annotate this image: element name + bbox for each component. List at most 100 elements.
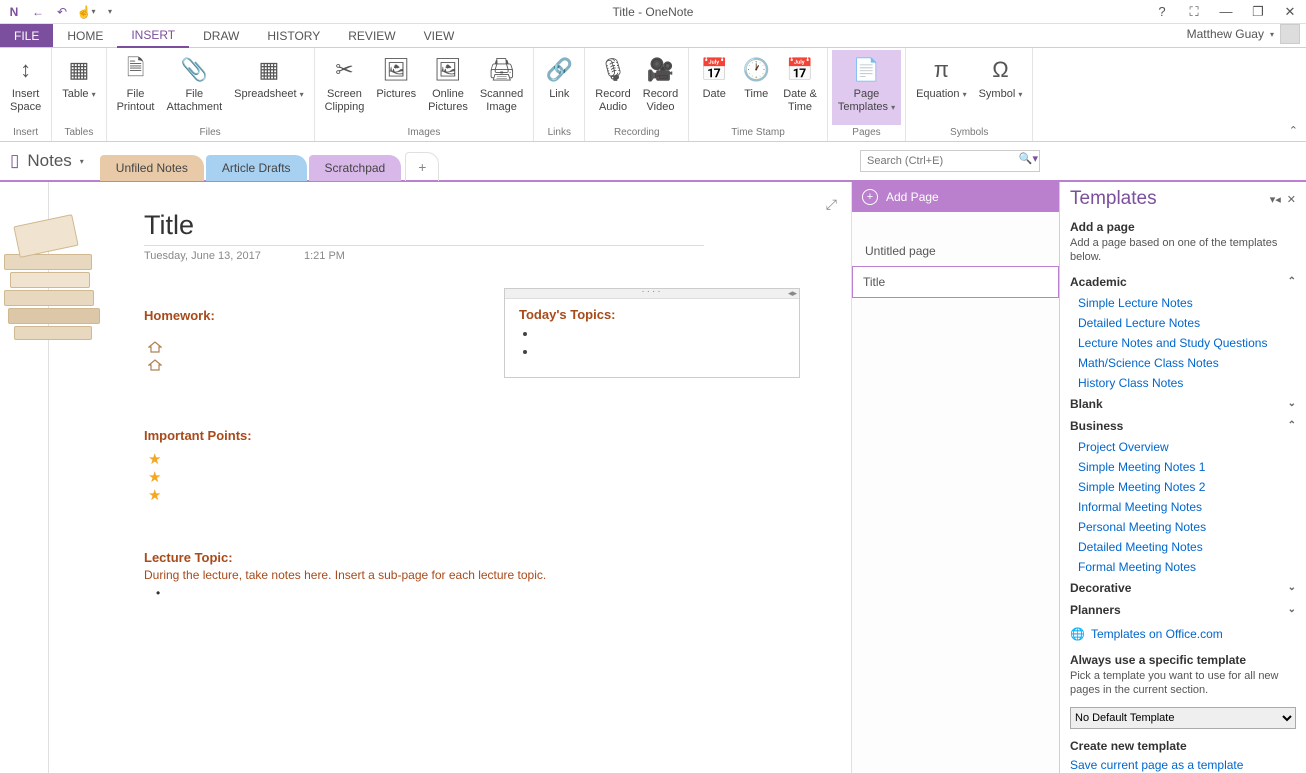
resize-handle-icon[interactable]: ◂▸: [788, 288, 797, 299]
important-heading[interactable]: Important Points:: [144, 428, 252, 443]
ribbon-date-button[interactable]: 📅Date: [693, 50, 735, 125]
ribbon-time-button[interactable]: 🕐Time: [735, 50, 777, 125]
star-tag-2[interactable]: ★: [148, 468, 161, 486]
template-link[interactable]: Simple Lecture Notes: [1060, 293, 1306, 313]
lecture-bullet[interactable]: •: [156, 586, 160, 600]
ribbon-file-attachment-button[interactable]: 📎FileAttachment: [161, 50, 229, 125]
container-drag-handle[interactable]: ◂▸: [505, 289, 799, 299]
add-page-button[interactable]: + Add Page: [852, 182, 1059, 212]
ribbon-icon: π: [934, 54, 949, 86]
template-link[interactable]: History Class Notes: [1060, 373, 1306, 393]
ribbon-insert-space-button[interactable]: ↕InsertSpace: [4, 50, 47, 125]
default-template-select[interactable]: No Default Template: [1070, 707, 1296, 729]
star-tag-3[interactable]: ★: [148, 486, 161, 504]
section-tab-drafts[interactable]: Article Drafts: [206, 155, 307, 181]
ribbon-link-button[interactable]: 🔗Link: [538, 50, 580, 125]
ribbon-table-button[interactable]: ▦Table ▾: [56, 50, 101, 125]
tab-review[interactable]: REVIEW: [334, 24, 409, 47]
user-account[interactable]: Matthew Guay ▾: [1187, 24, 1300, 44]
ribbon-tabs: FILE HOME INSERT DRAW HISTORY REVIEW VIE…: [0, 24, 1306, 48]
search-input[interactable]: [860, 150, 1040, 172]
section-tab-unfiled[interactable]: Unfiled Notes: [100, 155, 204, 181]
restore-button[interactable]: ❐: [1246, 2, 1270, 22]
page-date[interactable]: Tuesday, June 13, 2017: [144, 250, 261, 262]
template-link[interactable]: Detailed Meeting Notes: [1060, 537, 1306, 557]
expand-icon[interactable]: ⤢: [826, 196, 837, 213]
ribbon: ↕InsertSpaceInsert▦Table ▾Tables🗎FilePri…: [0, 48, 1306, 142]
window-title: Title - OneNote: [613, 5, 694, 19]
template-link[interactable]: Lecture Notes and Study Questions: [1060, 333, 1306, 353]
homework-heading[interactable]: Homework:: [144, 308, 215, 323]
help-button[interactable]: ?: [1150, 2, 1174, 22]
template-link[interactable]: Project Overview: [1060, 437, 1306, 457]
topics-list[interactable]: [505, 326, 799, 358]
template-link[interactable]: Simple Meeting Notes 1: [1060, 457, 1306, 477]
lecture-heading[interactable]: Lecture Topic:: [144, 550, 233, 565]
ribbon-icon: 🔗: [546, 54, 573, 86]
tab-history[interactable]: HISTORY: [253, 24, 334, 47]
ribbon-page-templates-button[interactable]: 📄PageTemplates ▾: [832, 50, 901, 125]
tab-home[interactable]: HOME: [53, 24, 117, 47]
panel-move-button[interactable]: ▾◂: [1270, 193, 1281, 206]
file-tab[interactable]: FILE: [0, 24, 53, 47]
cat-planners[interactable]: Planners⌄: [1060, 599, 1306, 621]
ribbon-file-printout-button[interactable]: 🗎FilePrintout: [111, 50, 161, 125]
topics-bullet-1[interactable]: [537, 326, 785, 340]
cat-business[interactable]: Business⌃: [1060, 415, 1306, 437]
cat-academic[interactable]: Academic⌃: [1060, 271, 1306, 293]
template-link[interactable]: Formal Meeting Notes: [1060, 557, 1306, 577]
template-link[interactable]: Simple Meeting Notes 2: [1060, 477, 1306, 497]
save-template-link[interactable]: Save current page as a template: [1060, 755, 1306, 773]
topics-heading[interactable]: Today's Topics:: [505, 299, 799, 326]
ribbon-icon: 🖼: [382, 54, 410, 86]
back-button[interactable]: ←: [28, 2, 48, 22]
home-tag-1[interactable]: [148, 340, 162, 358]
template-link[interactable]: Personal Meeting Notes: [1060, 517, 1306, 537]
panel-close-button[interactable]: ✕: [1287, 193, 1296, 206]
star-tag-1[interactable]: ★: [148, 450, 161, 468]
cat-decorative[interactable]: Decorative⌄: [1060, 577, 1306, 599]
page-item-untitled[interactable]: Untitled page: [852, 236, 1059, 266]
ribbon-online-pictures-button[interactable]: 🖼OnlinePictures: [422, 50, 474, 125]
collapse-ribbon-button[interactable]: ⌃: [1289, 124, 1298, 137]
home-tag-2[interactable]: [148, 358, 162, 376]
undo-button[interactable]: ↶: [52, 2, 72, 22]
qat-customize[interactable]: ▾: [100, 2, 120, 22]
tab-draw[interactable]: DRAW: [189, 24, 253, 47]
minimize-button[interactable]: —: [1214, 2, 1238, 22]
close-button[interactable]: ✕: [1278, 2, 1302, 22]
touch-mode-button[interactable]: ☝▾: [76, 2, 96, 22]
add-page-desc: Add a page based on one of the templates…: [1060, 236, 1306, 271]
add-page-label: Add Page: [886, 190, 939, 204]
add-section-button[interactable]: +: [405, 152, 439, 181]
tab-view[interactable]: VIEW: [410, 24, 469, 47]
template-link[interactable]: Detailed Lecture Notes: [1060, 313, 1306, 333]
add-page-heading: Add a page: [1060, 214, 1306, 236]
topics-bullet-2[interactable]: [537, 344, 785, 358]
tab-insert[interactable]: INSERT: [117, 24, 189, 48]
template-link[interactable]: Informal Meeting Notes: [1060, 497, 1306, 517]
full-page-view-button[interactable]: ⛶: [1182, 2, 1206, 22]
ribbon-scanned-image-button[interactable]: 🖨ScannedImage: [474, 50, 529, 125]
ribbon-equation-button[interactable]: πEquation ▾: [910, 50, 973, 125]
page-time[interactable]: 1:21 PM: [304, 250, 345, 262]
notebook-selector[interactable]: ▯ Notes ▾: [0, 151, 94, 171]
topics-container[interactable]: ◂▸ Today's Topics:: [504, 288, 800, 378]
ribbon-label: ScannedImage: [480, 88, 523, 113]
template-link[interactable]: Math/Science Class Notes: [1060, 353, 1306, 373]
ribbon-screen-clipping-button[interactable]: ✂ScreenClipping: [319, 50, 371, 125]
search-scope-button[interactable]: 🔍▾: [1019, 152, 1038, 165]
page-title[interactable]: Title: [144, 210, 194, 241]
section-tab-scratchpad[interactable]: Scratchpad: [309, 155, 402, 181]
lecture-body[interactable]: During the lecture, take notes here. Ins…: [144, 568, 546, 582]
page-item-title[interactable]: Title: [852, 266, 1059, 298]
ribbon-pictures-button[interactable]: 🖼Pictures: [370, 50, 422, 125]
note-canvas[interactable]: ⤢ Title Tuesday, June 13, 2017 1:21 PM H…: [0, 182, 851, 773]
ribbon-symbol-button[interactable]: ΩSymbol ▾: [973, 50, 1029, 125]
templates-office-link[interactable]: 🌐 Templates on Office.com: [1060, 621, 1306, 647]
ribbon-spreadsheet-button[interactable]: ▦Spreadsheet ▾: [228, 50, 309, 125]
ribbon-date-time-button[interactable]: 📅Date &Time: [777, 50, 823, 125]
cat-blank[interactable]: Blank⌄: [1060, 393, 1306, 415]
ribbon-record-video-button[interactable]: 🎥RecordVideo: [637, 50, 684, 125]
ribbon-record-audio-button[interactable]: 🎙RecordAudio: [589, 50, 636, 125]
